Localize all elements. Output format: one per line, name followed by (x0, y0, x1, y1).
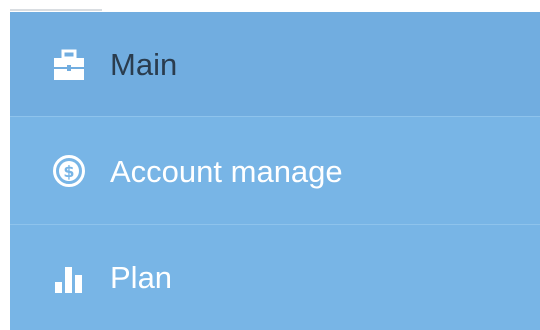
sidebar-item-label: Plan (110, 260, 173, 295)
sidebar-item-label: Account manage (110, 153, 343, 189)
sidebar-menu: Main $ Account manage Plan (10, 12, 540, 330)
bar-chart-icon (52, 261, 86, 295)
sidebar-item-plan[interactable]: Plan (10, 225, 540, 330)
sidebar-item-label: Main (110, 47, 178, 82)
app-frame: Main $ Account manage Plan (0, 0, 540, 330)
dollar-circle-icon: $ (52, 154, 86, 188)
sidebar-item-main[interactable]: Main (10, 12, 540, 117)
sidebar-item-account-manage[interactable]: $ Account manage (10, 117, 540, 225)
svg-text:$: $ (63, 162, 74, 181)
left-edge (0, 12, 10, 330)
top-tab-edge (10, 9, 102, 11)
briefcase-icon (52, 48, 86, 82)
